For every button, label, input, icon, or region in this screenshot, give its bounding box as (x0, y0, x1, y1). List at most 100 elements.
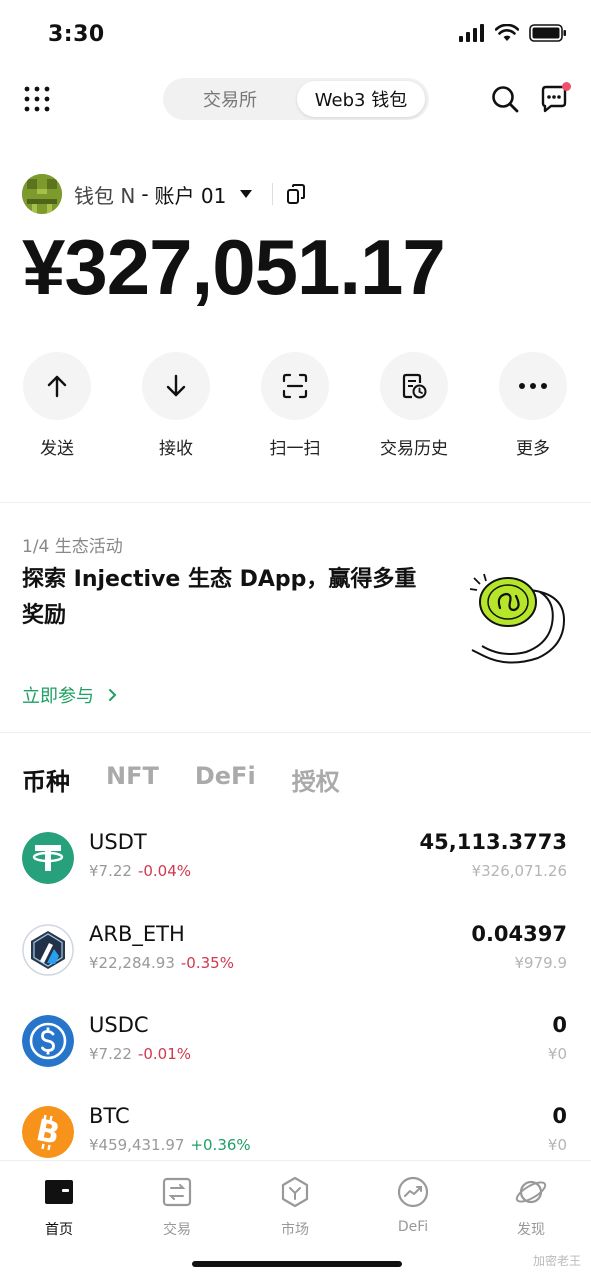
token-value: ¥0 (547, 1136, 567, 1154)
tab-nft[interactable]: NFT (106, 762, 159, 797)
token-price: ¥7.22 (89, 1045, 132, 1063)
mode-switch: 交易所 Web3 钱包 (163, 78, 429, 120)
header: 交易所 Web3 钱包 (0, 72, 591, 128)
arrow-up-icon (47, 375, 67, 398)
send-button[interactable]: 发送 (12, 352, 102, 459)
token-row-arb-eth[interactable]: ARB_ETH ¥22,284.93 -0.35% 0.04397 ¥979.9 (0, 914, 591, 994)
account-name: 账户 01 (154, 183, 227, 208)
status-time: 3:30 (48, 22, 105, 47)
send-label: 发送 (40, 439, 74, 459)
token-row-usdt[interactable]: USDT ¥7.22 -0.04% 45,113.3773 ¥326,071.26 (0, 822, 591, 902)
token-price: ¥459,431.97 (89, 1136, 185, 1154)
nav-trade[interactable]: 交易 (132, 1175, 222, 1239)
section-divider (0, 732, 591, 733)
defi-icon (397, 1176, 429, 1208)
nav-label: 首页 (45, 1222, 73, 1238)
status-icons (459, 24, 567, 42)
promo-counter: 1/4 生态活动 (22, 537, 123, 557)
token-amount: 45,113.3773 (419, 830, 567, 854)
divider (272, 183, 274, 205)
token-symbol: ARB_ETH (89, 922, 185, 946)
usdc-icon (22, 1015, 74, 1067)
token-symbol: BTC (89, 1104, 130, 1128)
wifi-icon (495, 24, 519, 41)
token-price-line: ¥7.22 -0.01% (89, 1045, 191, 1063)
asset-tabs: 币种 NFT DeFi 授权 (22, 762, 340, 797)
account-selector[interactable]: 钱包 N - 账户 01 (22, 172, 307, 216)
nav-defi[interactable]: DeFi (368, 1175, 458, 1235)
token-value: ¥326,071.26 (471, 862, 567, 880)
token-price: ¥22,284.93 (89, 954, 175, 972)
token-value: ¥979.9 (514, 954, 568, 972)
more-label: 更多 (516, 439, 550, 459)
promo-title: 探索 Injective 生态 DApp，赢得多重奖励 (22, 567, 417, 628)
chevron-right-icon (109, 689, 117, 701)
nav-label: 发现 (517, 1222, 545, 1238)
token-price: ¥7.22 (89, 862, 132, 880)
tab-defi[interactable]: DeFi (195, 762, 256, 797)
planet-icon (515, 1180, 547, 1204)
token-symbol: USDC (89, 1013, 149, 1037)
nav-market[interactable]: 市场 (250, 1175, 340, 1239)
history-label: 交易历史 (380, 439, 448, 459)
token-price-line: ¥22,284.93 -0.35% (89, 954, 234, 972)
join-now-label: 立即参与 (22, 686, 94, 707)
token-amount: 0 (552, 1104, 567, 1128)
notification-dot (562, 82, 571, 91)
token-change: -0.04% (137, 862, 192, 880)
history-button[interactable]: 交易历史 (369, 352, 459, 459)
nav-home[interactable]: 首页 (14, 1175, 104, 1239)
account-separator: - (141, 182, 149, 206)
total-balance: ¥327,051.17 (22, 223, 446, 311)
bitcoin-icon: B (22, 1106, 74, 1158)
nav-discover[interactable]: 发现 (486, 1175, 576, 1239)
token-row-usdc[interactable]: USDC ¥7.22 -0.01% 0 ¥0 (0, 1005, 591, 1085)
receive-button[interactable]: 接收 (131, 352, 221, 459)
history-icon (402, 373, 427, 399)
app-grid-icon[interactable] (22, 84, 52, 114)
copy-icon[interactable] (285, 183, 307, 205)
quick-actions: 发送 接收 扫一扫 交易历史 更多 (0, 352, 591, 462)
nav-label: 交易 (163, 1222, 191, 1238)
signal-icon (459, 24, 484, 42)
more-icon (519, 383, 547, 389)
token-change: +0.36% (190, 1136, 251, 1154)
token-value: ¥0 (547, 1045, 567, 1063)
status-bar: 3:30 (0, 0, 591, 70)
injective-coin-icon (469, 573, 566, 664)
wallet-icon (45, 1180, 73, 1204)
scan-icon (282, 373, 308, 399)
join-now-link[interactable]: 立即参与 (22, 682, 117, 708)
token-amount: 0 (552, 1013, 567, 1037)
search-icon[interactable] (490, 84, 520, 114)
home-indicator[interactable] (192, 1261, 402, 1267)
token-change: -0.35% (180, 954, 234, 972)
receive-label: 接收 (159, 439, 193, 459)
usdt-icon (22, 832, 74, 884)
swap-icon (162, 1177, 192, 1207)
token-price-line: ¥459,431.97 +0.36% (89, 1136, 251, 1154)
nav-label: 市场 (281, 1222, 309, 1238)
tab-exchange[interactable]: 交易所 (167, 81, 293, 117)
watermark: 加密老王 (532, 1254, 581, 1268)
market-icon (281, 1176, 309, 1208)
scan-label: 扫一扫 (269, 439, 321, 459)
tab-web3-wallet[interactable]: Web3 钱包 (297, 81, 425, 117)
token-amount: 0.04397 (471, 922, 567, 946)
token-price-line: ¥7.22 -0.04% (89, 862, 191, 880)
scan-button[interactable]: 扫一扫 (250, 352, 340, 459)
token-change: -0.01% (137, 1045, 192, 1063)
arbitrum-icon (22, 924, 74, 976)
tab-approvals[interactable]: 授权 (292, 762, 340, 797)
token-symbol: USDT (89, 830, 147, 854)
avatar (22, 174, 62, 214)
more-button[interactable]: 更多 (488, 352, 578, 459)
battery-icon (529, 24, 566, 42)
arrow-down-icon (166, 374, 186, 397)
wallet-name: 钱包 N (74, 183, 136, 208)
tab-tokens[interactable]: 币种 (22, 762, 70, 797)
chevron-down-icon[interactable] (240, 190, 253, 198)
nav-label: DeFi (397, 1219, 429, 1235)
section-divider (0, 502, 591, 503)
message-icon[interactable] (538, 82, 572, 116)
